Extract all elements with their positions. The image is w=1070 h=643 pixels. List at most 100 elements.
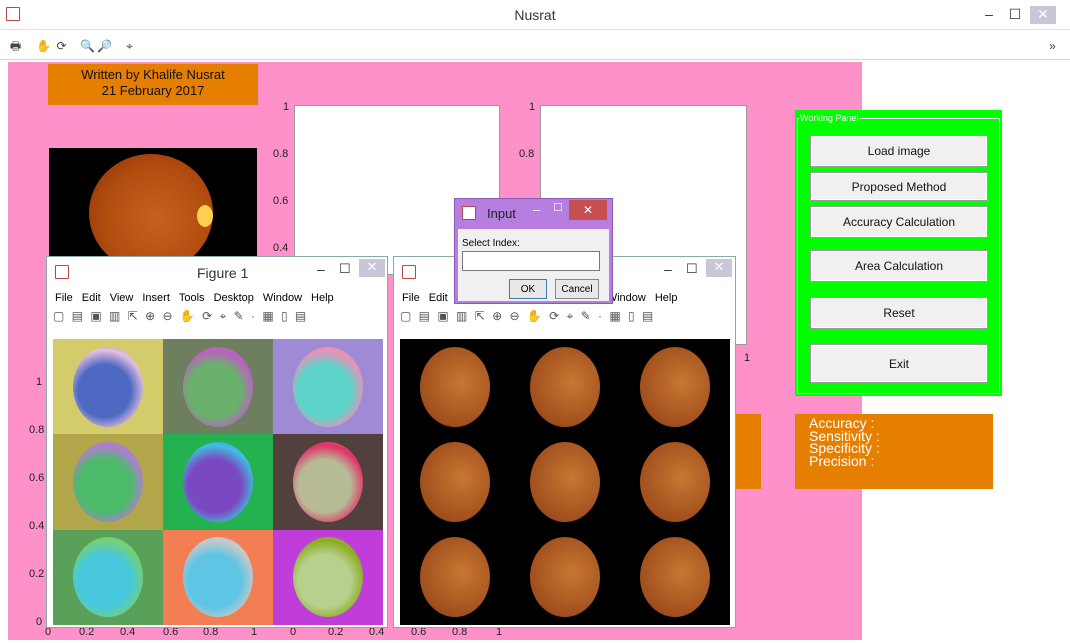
menu-view[interactable]: View <box>110 292 134 304</box>
figure2-maximize-button[interactable]: ☐ <box>686 261 698 277</box>
area-calculation-button[interactable]: Area Calculation <box>810 250 988 282</box>
figure1-menubar: File Edit View Insert Tools Desktop Wind… <box>47 287 387 309</box>
segmentation-image <box>273 434 383 530</box>
segmentation-image <box>163 339 273 435</box>
segmentation-image <box>273 339 383 435</box>
menu-help[interactable]: Help <box>655 292 678 304</box>
menu-tools[interactable]: Tools <box>179 292 205 304</box>
bg-ytick: 0.6 <box>29 472 45 484</box>
menu-edit[interactable]: Edit <box>429 292 448 304</box>
dialog-close-button[interactable]: ✕ <box>569 200 607 220</box>
segmented-fundus <box>510 530 620 625</box>
segmented-region <box>293 537 363 618</box>
menu-help[interactable]: Help <box>311 292 334 304</box>
figure2-minimize-button[interactable]: – <box>664 261 672 277</box>
segmentation-image <box>53 339 163 435</box>
plot1-ytick: 0.8 <box>273 148 289 160</box>
optic-disc <box>197 205 213 227</box>
data-cursor-icon[interactable]: ⌖ <box>122 39 137 53</box>
segmentation-grid <box>53 339 383 625</box>
plot2-ytick: 0.8 <box>519 148 535 160</box>
segmented-region <box>73 537 143 618</box>
segmented-region <box>73 346 143 427</box>
segmentation-image <box>163 529 273 625</box>
close-button[interactable]: ✕ <box>1030 6 1056 24</box>
segmented-fundus <box>400 339 510 434</box>
figure2-window: – ☐ ✕ File Edit Window Help ▢ ▤ ▣ ▥ ⇱ ⊕ … <box>393 256 736 628</box>
segmented-fundus <box>510 339 620 434</box>
plot2-xtick: 1 <box>744 352 751 364</box>
dialog-title: Input <box>487 206 516 221</box>
cancel-button[interactable]: Cancel <box>555 279 599 299</box>
menu-window[interactable]: Window <box>263 292 302 304</box>
credit-label: Written by Khalife Nusrat 21 February 20… <box>48 64 258 105</box>
segmented-fundus <box>400 530 510 625</box>
bg-ytick: 1 <box>36 376 43 388</box>
segmented-region <box>183 537 253 618</box>
exit-button[interactable]: Exit <box>810 344 988 383</box>
figure1-minimize-button[interactable]: – <box>317 261 325 277</box>
proposed-method-button[interactable]: Proposed Method <box>810 172 988 201</box>
figure2-logo-icon <box>402 265 416 279</box>
bg-xticks: 0 0.2 0.4 0.6 0.8 1 0 0.2 0.4 0.6 0.8 1 <box>0 626 520 640</box>
segmented-fundus-grid <box>400 339 730 625</box>
figure1-maximize-button[interactable]: ☐ <box>339 261 351 277</box>
segmentation-image <box>163 434 273 530</box>
segmented-region <box>293 346 363 427</box>
credit-date: 21 February 2017 <box>101 83 205 98</box>
figure1-close-button[interactable]: ✕ <box>359 259 385 277</box>
segmentation-image <box>273 529 383 625</box>
dialog-logo-icon <box>462 206 476 220</box>
rotate-icon[interactable]: ⟳ <box>54 39 69 53</box>
window-title: Nusrat <box>514 7 556 23</box>
menu-insert[interactable]: Insert <box>142 292 170 304</box>
print-icon[interactable]: 🖶 <box>8 39 23 53</box>
segmented-fundus <box>620 339 730 434</box>
segmented-fundus <box>620 434 730 529</box>
segmented-region <box>183 346 253 427</box>
menu-file[interactable]: File <box>55 292 73 304</box>
segmentation-image <box>53 434 163 530</box>
figure1-window: Figure 1 – ☐ ✕ File Edit View Insert Too… <box>46 256 388 628</box>
menu-edit[interactable]: Edit <box>82 292 101 304</box>
figure1-logo-icon <box>55 265 69 279</box>
minimize-button[interactable]: – <box>976 6 1002 24</box>
load-image-button[interactable]: Load image <box>810 135 988 167</box>
working-panel-label: Working Panel <box>799 113 860 123</box>
index-input[interactable] <box>462 251 600 271</box>
toolbar-overflow-icon[interactable]: » <box>1045 39 1060 53</box>
ok-button[interactable]: OK <box>509 279 547 299</box>
maximize-button[interactable]: ☐ <box>1002 6 1028 24</box>
results-panel-edge <box>736 414 761 489</box>
figure2-close-button[interactable]: ✕ <box>706 259 732 277</box>
pan-icon[interactable]: ✋ <box>36 39 51 53</box>
plot2-ytick: 1 <box>529 101 536 113</box>
plot1-ytick: 0.6 <box>273 195 289 207</box>
accuracy-calculation-button[interactable]: Accuracy Calculation <box>810 206 988 238</box>
menu-file[interactable]: File <box>402 292 420 304</box>
bg-ytick: 0.2 <box>29 568 45 580</box>
segmented-fundus <box>620 530 730 625</box>
figure1-title-bar: Figure 1 – ☐ ✕ <box>47 257 387 287</box>
fundus-image <box>49 148 257 272</box>
main-toolbar <box>0 30 1070 60</box>
bg-ytick: 0.4 <box>29 520 45 532</box>
reset-button[interactable]: Reset <box>810 297 988 329</box>
figure1-toolbar[interactable]: ▢ ▤ ▣ ▥ ⇱ ⊕ ⊖ ✋ ⟳ ⌖ ✎ · ▦ ▯ ▤ <box>47 309 387 333</box>
dialog-minimize-button[interactable]: – <box>533 202 540 217</box>
segmented-region <box>183 441 253 522</box>
plot1-ytick: 1 <box>283 101 290 113</box>
menu-desktop[interactable]: Desktop <box>214 292 254 304</box>
figure2-toolbar[interactable]: ▢ ▤ ▣ ▥ ⇱ ⊕ ⊖ ✋ ⟳ ⌖ ✎ · ▦ ▯ ▤ <box>394 309 735 333</box>
segmented-fundus <box>400 434 510 529</box>
plot1-ytick: 0.4 <box>273 242 289 254</box>
bg-ytick: 0.8 <box>29 424 45 436</box>
zoom-out-icon[interactable]: 🔎 <box>97 39 112 53</box>
figure1-title: Figure 1 <box>197 265 249 281</box>
fundus-disc <box>89 154 213 272</box>
segmentation-image <box>53 529 163 625</box>
dialog-maximize-button[interactable]: ☐ <box>553 201 563 214</box>
select-index-label: Select Index: <box>462 238 520 249</box>
zoom-in-icon[interactable]: 🔍 <box>80 39 95 53</box>
results-panel: Accuracy : Sensitivity : Specificity : P… <box>795 414 993 489</box>
